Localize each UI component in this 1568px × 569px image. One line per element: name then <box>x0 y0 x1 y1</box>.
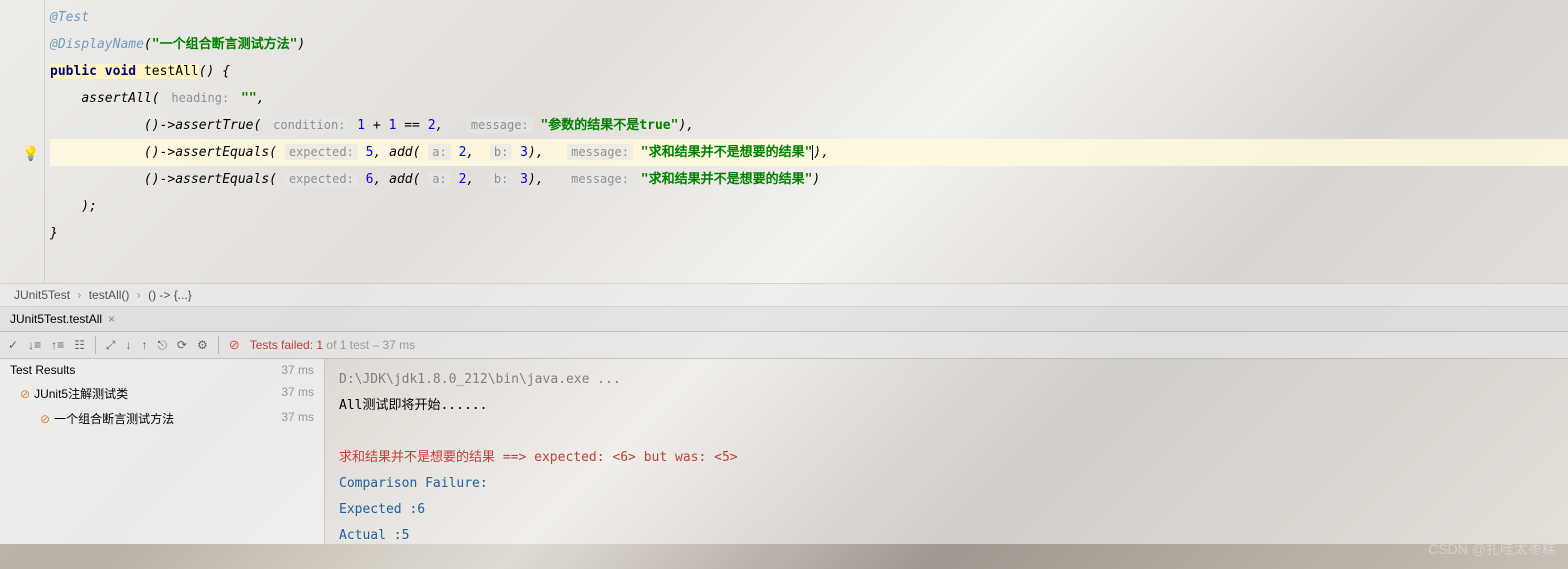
console-output[interactable]: D:\JDK\jdk1.8.0_212\bin\java.exe ... All… <box>325 359 1568 544</box>
test-tree[interactable]: Test Results 37 ms ⊘JUnit5注解测试类 37 ms ⊘一… <box>0 359 325 544</box>
sort-up-icon[interactable]: ↑≡ <box>51 338 64 352</box>
breadcrumb-method[interactable]: testAll() <box>89 288 130 302</box>
param-hint: heading: <box>167 90 233 106</box>
tree-node-class[interactable]: ⊘JUnit5注解测试类 37 ms <box>0 381 324 406</box>
display-name-string: "一个组合断言测试方法" <box>152 37 298 52</box>
up-icon[interactable]: ↑ <box>141 338 147 352</box>
check-icon[interactable]: ✓ <box>8 338 18 352</box>
run-config-tab[interactable]: JUnit5Test.testAll× <box>0 307 1568 332</box>
test-status-text: Tests failed: 1 of 1 test – 37 ms <box>250 338 415 352</box>
java-path: D:\JDK\jdk1.8.0_212\bin\java.exe ... <box>339 367 1554 393</box>
console-line: All测试即将开始...... <box>339 393 1554 419</box>
gear-icon[interactable]: ⚙ <box>197 338 208 352</box>
close-icon[interactable]: × <box>108 312 115 326</box>
results-panel: Test Results 37 ms ⊘JUnit5注解测试类 37 ms ⊘一… <box>0 359 1568 544</box>
expand-icon[interactable]: ⤢ <box>106 338 116 353</box>
breadcrumb-lambda[interactable]: () -> {...} <box>148 288 192 302</box>
breadcrumb-class[interactable]: JUnit5Test <box>14 288 70 302</box>
sort-down-icon[interactable]: ↓≡ <box>28 338 41 352</box>
annotation-displayname: @DisplayName <box>50 37 144 52</box>
breadcrumb[interactable]: JUnit5Test › testAll() › () -> {...} <box>0 283 1568 307</box>
watermark: CSDN @扎哇太枣糕 <box>1428 539 1556 559</box>
history-icon[interactable]: ⟳ <box>177 338 187 352</box>
lightbulb-icon[interactable]: 💡 <box>22 146 39 162</box>
export-icon[interactable]: ⎋ <box>157 338 167 353</box>
editor-gutter: 💡 <box>0 0 45 283</box>
error-icon: ⊘ <box>20 387 30 401</box>
chevron-right-icon: › <box>77 288 81 302</box>
expected-value: Expected :6 <box>339 497 1554 523</box>
comparison-label: Comparison Failure: <box>339 471 1554 497</box>
tree-header[interactable]: Test Results 37 ms <box>0 359 324 381</box>
actual-value: Actual :5 <box>339 523 1554 549</box>
down-icon[interactable]: ↓ <box>125 338 131 352</box>
code-editor[interactable]: 💡 @Test @DisplayName("一个组合断言测试方法") publi… <box>0 0 1568 283</box>
chevron-right-icon: › <box>137 288 141 302</box>
tree-icon[interactable]: ☷ <box>74 338 85 352</box>
tree-node-test[interactable]: ⊘一个组合断言测试方法 37 ms <box>0 406 324 431</box>
test-toolbar: ✓ ↓≡ ↑≡ ☷ ⤢ ↓ ↑ ⎋ ⟳ ⚙ ⊘ Tests failed: 1 … <box>0 332 1568 359</box>
error-icon: ⊘ <box>40 412 50 426</box>
error-message: 求和结果并不是想要的结果 ==> expected: <6> but was: … <box>339 445 1554 471</box>
annotation-test: @Test <box>50 10 89 25</box>
fail-status-icon: ⊘ <box>229 337 240 353</box>
